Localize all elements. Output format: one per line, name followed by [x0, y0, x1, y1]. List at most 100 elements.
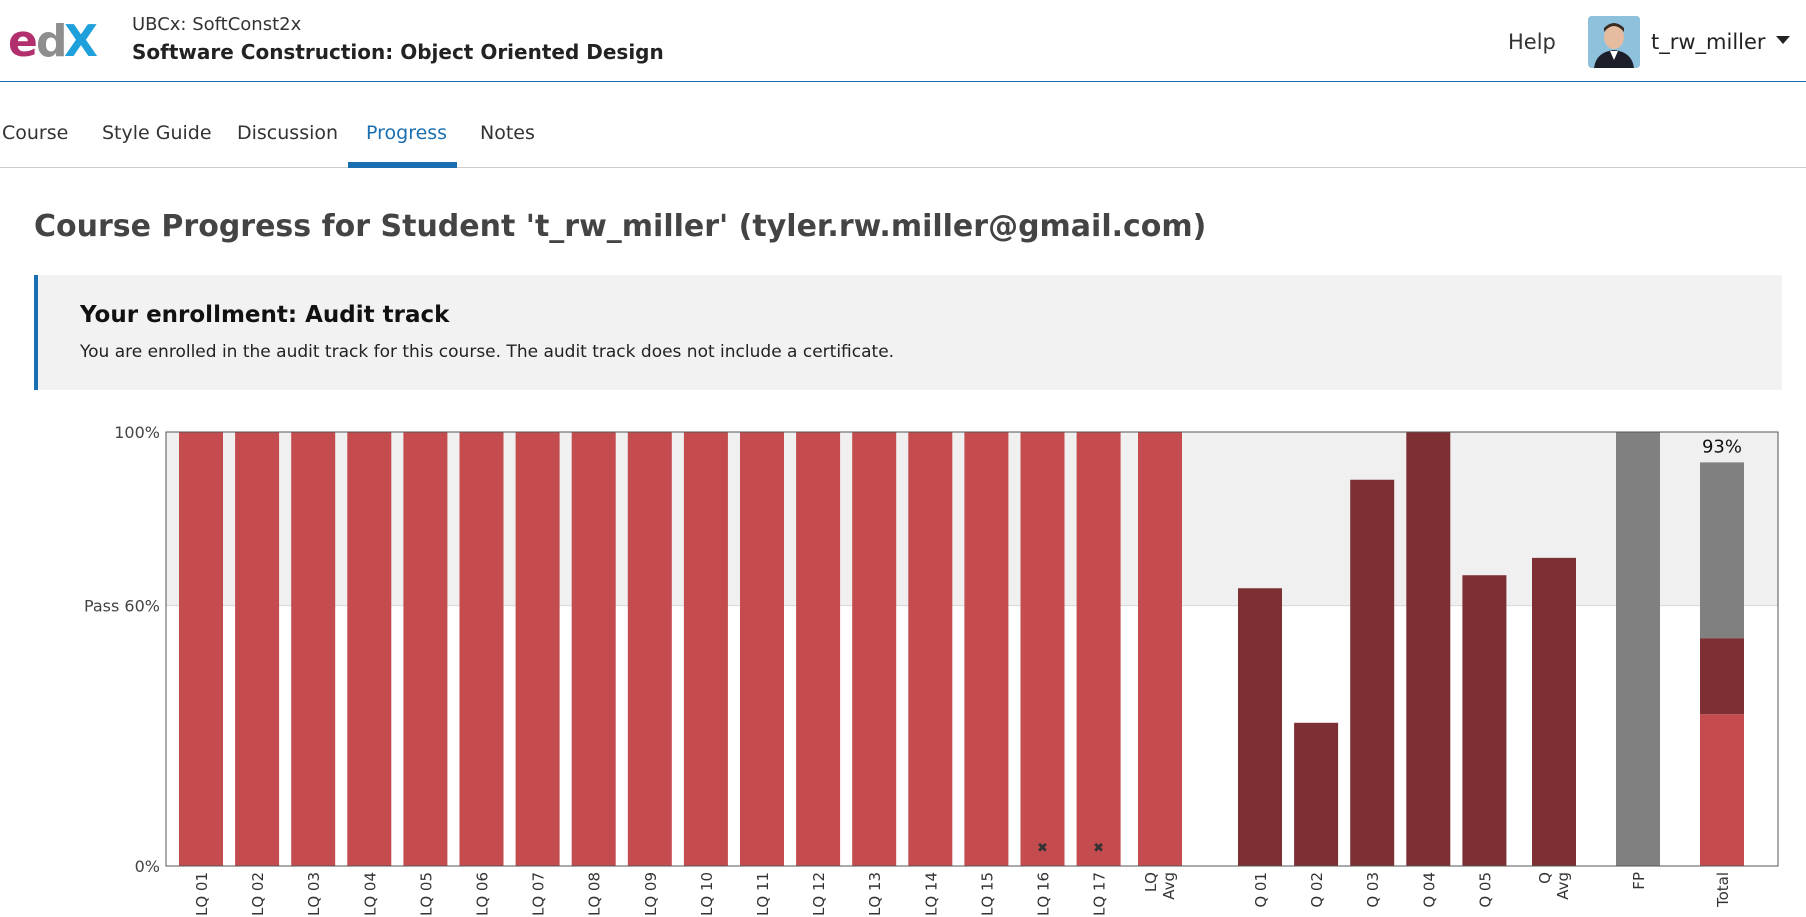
x-tick-label-text: Total — [1714, 872, 1732, 908]
bar — [1532, 557, 1576, 866]
enrollment-notice: Your enrollment: Audit track You are enr… — [34, 275, 1782, 390]
bar — [1350, 479, 1395, 866]
x-tick-label: LQ 10 — [698, 872, 716, 916]
enrollment-heading: Your enrollment: Audit track — [80, 302, 450, 328]
x-tick-label-text: LQ 16 — [1035, 872, 1053, 916]
tab-course[interactable]: Course — [2, 122, 68, 144]
x-tick-label: Total — [1714, 872, 1732, 908]
x-tick-label-text: Q 03 — [1364, 872, 1382, 908]
bar — [571, 432, 616, 866]
x-tick-label: LQ 04 — [361, 872, 379, 916]
bar — [1294, 722, 1339, 866]
x-tick-label: LQ 17 — [1091, 872, 1109, 916]
bar — [796, 432, 841, 866]
y-tick-label: Pass 60% — [84, 597, 160, 616]
x-tick-label-text: LQ 09 — [642, 872, 660, 916]
bar — [1616, 432, 1660, 866]
x-tick-label: LQ 12 — [810, 872, 828, 916]
bar — [459, 432, 504, 866]
user-menu-caret-icon[interactable] — [1776, 36, 1790, 44]
x-tick-label: LQ 11 — [754, 872, 772, 916]
edx-logo-icon: e d X — [8, 16, 98, 67]
x-tick-label-text: Q 05 — [1476, 872, 1494, 908]
x-tick-label: Q 02 — [1308, 872, 1326, 908]
bar — [852, 432, 897, 866]
x-tick-label-text: LQ 10 — [698, 872, 716, 916]
x-tick-label-text: LQ 01 — [193, 872, 211, 916]
bar — [1462, 575, 1507, 866]
x-tick-label: Q 01 — [1252, 872, 1270, 908]
x-tick-label: LQ 08 — [586, 872, 604, 916]
x-tick-label: LQ 02 — [249, 872, 267, 916]
total-segment — [1700, 714, 1744, 866]
x-tick-label-text: FP — [1630, 872, 1648, 890]
tab-style-guide[interactable]: Style Guide — [102, 122, 212, 144]
help-link[interactable]: Help — [1508, 30, 1556, 54]
x-tick-label-line: Q — [1536, 872, 1554, 884]
x-tick-label-text: LQ 05 — [417, 872, 435, 916]
y-tick-label: 0% — [135, 857, 160, 876]
x-tick-label: LQ 06 — [474, 872, 492, 916]
x-tick-label-text: LQ 04 — [361, 872, 379, 916]
tab-notes[interactable]: Notes — [480, 122, 535, 144]
x-tick-label-text: LQ 12 — [810, 872, 828, 916]
page-title: Course Progress for Student 't_rw_miller… — [34, 209, 1207, 244]
user-avatar-icon — [1588, 16, 1640, 68]
x-tick-label-text: LQ 17 — [1091, 872, 1109, 916]
bar — [347, 432, 392, 866]
x-tick-label: FP — [1630, 872, 1648, 890]
dropped-marker: ✖ — [1037, 841, 1048, 856]
x-tick-label: LQ 09 — [642, 872, 660, 916]
x-tick-label: Q 05 — [1476, 872, 1494, 908]
x-tick-label: LQ 01 — [193, 872, 211, 916]
bar — [627, 432, 672, 866]
x-tick-label-text: LQ 11 — [754, 872, 772, 916]
x-tick-label-text: Q 04 — [1420, 872, 1438, 908]
tab-discussion[interactable]: Discussion — [237, 122, 338, 144]
x-tick-label-text: Q 02 — [1308, 872, 1326, 908]
course-title: Software Construction: Object Oriented D… — [132, 40, 664, 64]
x-tick-label-text: LQ 14 — [922, 872, 940, 916]
x-tick-label-text: LQ 08 — [586, 872, 604, 916]
x-tick-label: Q 04 — [1420, 872, 1438, 908]
enrollment-text: You are enrolled in the audit track for … — [80, 342, 895, 362]
total-value-label: 93% — [1702, 436, 1742, 457]
x-tick-label-line: Avg — [1160, 872, 1178, 900]
svg-text:e: e — [8, 16, 38, 62]
bar — [740, 432, 784, 866]
x-tick-label-line: LQ — [1142, 872, 1160, 892]
bar — [515, 432, 560, 866]
svg-text:X: X — [64, 16, 98, 62]
total-segment — [1700, 638, 1744, 715]
x-tick-label: LQ 14 — [922, 872, 940, 916]
x-tick-label-text: LQ 03 — [305, 872, 323, 916]
active-tab-indicator — [348, 162, 457, 168]
total-segment — [1700, 462, 1744, 639]
x-tick-label: LQ 03 — [305, 872, 323, 916]
bar — [1138, 432, 1182, 866]
x-tick-label: LQ 16 — [1035, 872, 1053, 916]
site-header: e d X UBCx: SoftConst2x Software Constru… — [0, 0, 1806, 82]
tab-progress[interactable]: Progress — [366, 122, 447, 144]
y-tick-label: 100% — [114, 423, 160, 442]
progress-chart: 100% Pass 60% 0% LQ 01 LQ 02 LQ 03 LQ 04 LQ 05 L… — [84, 423, 1779, 916]
x-tick-label: LQ 15 — [978, 872, 996, 916]
edx-logo[interactable]: e d X — [8, 14, 108, 67]
x-tick-label: LQ 07 — [530, 872, 548, 916]
avatar[interactable] — [1588, 16, 1640, 68]
course-org: UBCx: SoftConst2x — [132, 14, 302, 35]
x-tick-label-text: LQ 15 — [978, 872, 996, 916]
bar — [908, 432, 953, 866]
bar — [964, 432, 1009, 866]
bar — [1020, 432, 1065, 866]
x-tick-label-text: LQ 02 — [249, 872, 267, 916]
x-tick-label: LQ Avg — [1142, 872, 1178, 900]
username[interactable]: t_rw_miller — [1651, 30, 1766, 54]
x-tick-label: Q 03 — [1364, 872, 1382, 908]
x-tick-label-text: LQ 06 — [474, 872, 492, 916]
x-tick-label: Q Avg — [1536, 872, 1572, 900]
bar — [1076, 432, 1121, 866]
x-tick-label-text: LQ 07 — [530, 872, 548, 916]
x-tick-label-text: Q 01 — [1252, 872, 1270, 908]
bar — [1406, 432, 1451, 866]
